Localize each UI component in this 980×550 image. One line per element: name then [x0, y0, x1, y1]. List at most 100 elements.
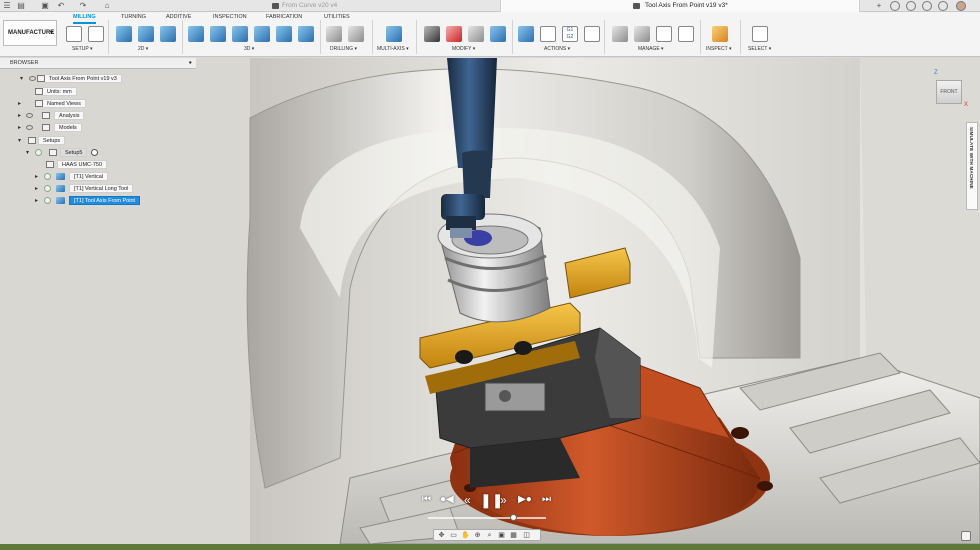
- browser-pin-icon[interactable]: ●: [189, 58, 192, 69]
- go-to-end-icon[interactable]: ⏭: [542, 490, 551, 510]
- pattern-icon[interactable]: [468, 26, 484, 42]
- redo-icon[interactable]: ↷: [78, 1, 88, 11]
- gcode-icon[interactable]: G1 G2: [562, 26, 578, 42]
- visibility-eye-icon[interactable]: [29, 76, 36, 81]
- app-menu-icon[interactable]: ☰: [2, 1, 12, 11]
- tree-item-setup5[interactable]: ▾ Setup5: [26, 148, 98, 158]
- go-to-start-icon[interactable]: ⏮: [422, 490, 431, 510]
- grid-snaps-icon[interactable]: ▦: [509, 531, 518, 540]
- previous-operation-icon[interactable]: ●◀: [440, 490, 454, 510]
- viewcube[interactable]: Z FRONT X: [930, 70, 970, 114]
- modify-group-label[interactable]: MODIFY ▾: [452, 46, 475, 52]
- undo-icon[interactable]: ↶: [56, 1, 66, 11]
- post-library-icon[interactable]: [678, 26, 694, 42]
- new-tab-icon[interactable]: +: [874, 1, 884, 11]
- setup-sheet-icon[interactable]: [584, 26, 600, 42]
- file-icon[interactable]: ▤: [16, 1, 26, 11]
- viewports-icon[interactable]: ◫: [522, 531, 531, 540]
- flow-icon[interactable]: [276, 26, 292, 42]
- 2d-pocket-icon[interactable]: [138, 26, 154, 42]
- tab-milling[interactable]: MILLING: [73, 14, 96, 24]
- orbit-icon[interactable]: ✥: [437, 531, 446, 540]
- playback-track[interactable]: [428, 517, 546, 519]
- template-library-icon[interactable]: [656, 26, 672, 42]
- fit-icon[interactable]: ⌕: [485, 531, 494, 540]
- 3d-adaptive-icon[interactable]: [188, 26, 204, 42]
- 3d-pocket-icon[interactable]: [210, 26, 226, 42]
- save-icon[interactable]: ▣: [40, 1, 50, 11]
- tree-item-operation[interactable]: ▸ [T1] Vertical: [35, 172, 109, 182]
- user-avatar[interactable]: [956, 1, 966, 11]
- expand-arrow-icon[interactable]: ▸: [35, 196, 41, 206]
- home-icon[interactable]: ⌂: [102, 1, 112, 11]
- help-icon[interactable]: [938, 1, 948, 11]
- tree-item-machine[interactable]: HAAS UMC-750: [46, 160, 108, 170]
- tab-turning[interactable]: TURNING: [121, 14, 146, 20]
- new-setup-icon[interactable]: [66, 26, 82, 42]
- select-group-label[interactable]: SELECT ▾: [748, 46, 771, 52]
- inspect-group-label[interactable]: INSPECT ▾: [706, 46, 732, 52]
- tree-item-operation-selected[interactable]: ▸ [T1] Tool Axis From Point: [35, 196, 141, 206]
- browser-header[interactable]: BROWSER ●: [0, 58, 196, 69]
- simulate-with-machine-tab[interactable]: SIMULATE WITH MACHINE: [966, 122, 978, 210]
- drilling-group-label[interactable]: DRILLING ▾: [330, 46, 357, 52]
- visibility-eye-icon[interactable]: [26, 125, 33, 130]
- playback-slider[interactable]: [428, 514, 546, 521]
- scallop-icon[interactable]: [254, 26, 270, 42]
- step-forward-icon[interactable]: »: [500, 490, 507, 510]
- next-operation-icon[interactable]: ▶●: [518, 490, 532, 510]
- tab-inspection[interactable]: INSPECTION: [213, 14, 247, 20]
- playback-thumb[interactable]: [509, 514, 517, 521]
- notifications-icon[interactable]: [922, 1, 932, 11]
- document-tab-inactive[interactable]: From Curve v20 v4: [268, 0, 488, 12]
- post-process-icon[interactable]: [540, 26, 556, 42]
- nc-program-icon[interactable]: [88, 26, 104, 42]
- tree-item-operation[interactable]: ▸ [T1] Vertical Long Tool: [35, 184, 134, 194]
- drill-icon[interactable]: [326, 26, 342, 42]
- setup-group-label[interactable]: SETUP ▾: [72, 46, 93, 52]
- expand-arrow-icon[interactable]: ▸: [18, 99, 24, 109]
- look-at-icon[interactable]: ▭: [449, 531, 458, 540]
- multi-axis-icon[interactable]: [386, 26, 402, 42]
- tree-item-analysis[interactable]: ▸ Analysis: [18, 111, 85, 121]
- workspace-switcher-button[interactable]: MANUFACTURE ▾: [3, 20, 57, 46]
- steep-shallow-icon[interactable]: [232, 26, 248, 42]
- simulate-icon[interactable]: [518, 26, 534, 42]
- expand-arrow-icon[interactable]: ▸: [35, 172, 41, 182]
- 2d-adaptive-icon[interactable]: [116, 26, 132, 42]
- hole-recognition-icon[interactable]: [348, 26, 364, 42]
- tree-item-setups[interactable]: ▾ Setups: [18, 136, 66, 146]
- move-toolpath-icon[interactable]: [490, 26, 506, 42]
- parallel-icon[interactable]: [298, 26, 314, 42]
- tree-item-units[interactable]: Units: mm: [35, 87, 77, 97]
- document-tab-active[interactable]: Tool Axis From Point v19 v3*: [500, 0, 860, 12]
- navbar-corner-icon[interactable]: [961, 531, 971, 541]
- visibility-eye-icon[interactable]: [26, 113, 33, 118]
- face-icon[interactable]: [160, 26, 176, 42]
- select-box-icon[interactable]: [752, 26, 768, 42]
- tab-utilities[interactable]: UTILITIES: [324, 14, 350, 20]
- tree-item-models[interactable]: ▸ Models: [18, 123, 82, 133]
- scissors-icon[interactable]: [424, 26, 440, 42]
- manage-group-label[interactable]: MANAGE ▾: [638, 46, 664, 52]
- extensions-icon[interactable]: [890, 1, 900, 11]
- collapse-arrow-icon[interactable]: ▾: [18, 136, 24, 146]
- step-back-icon[interactable]: «: [464, 490, 471, 510]
- delete-toolpath-icon[interactable]: [446, 26, 462, 42]
- actions-group-label[interactable]: ACTIONS ▾: [544, 46, 570, 52]
- expand-arrow-icon[interactable]: ▸: [18, 123, 24, 133]
- expand-arrow-icon[interactable]: ▸: [35, 184, 41, 194]
- job-status-icon[interactable]: [906, 1, 916, 11]
- machine-library-icon[interactable]: [634, 26, 650, 42]
- viewcube-front-face[interactable]: FRONT: [936, 80, 962, 104]
- multi-axis-group-label[interactable]: MULTI-AXIS ▾: [377, 46, 409, 52]
- pan-icon[interactable]: ✋: [461, 531, 470, 540]
- expand-arrow-icon[interactable]: ▸: [18, 111, 24, 121]
- collapse-arrow-icon[interactable]: ▾: [26, 148, 32, 158]
- measure-icon[interactable]: [712, 26, 728, 42]
- tree-item-named-views[interactable]: ▸ Named Views: [18, 99, 86, 109]
- tab-fabrication[interactable]: FABRICATION: [266, 14, 302, 20]
- 3d-group-label[interactable]: 3D ▾: [244, 46, 254, 52]
- 2d-group-label[interactable]: 2D ▾: [138, 46, 148, 52]
- tree-item-document[interactable]: ▾ Tool Axis From Point v19 v3: [20, 74, 122, 84]
